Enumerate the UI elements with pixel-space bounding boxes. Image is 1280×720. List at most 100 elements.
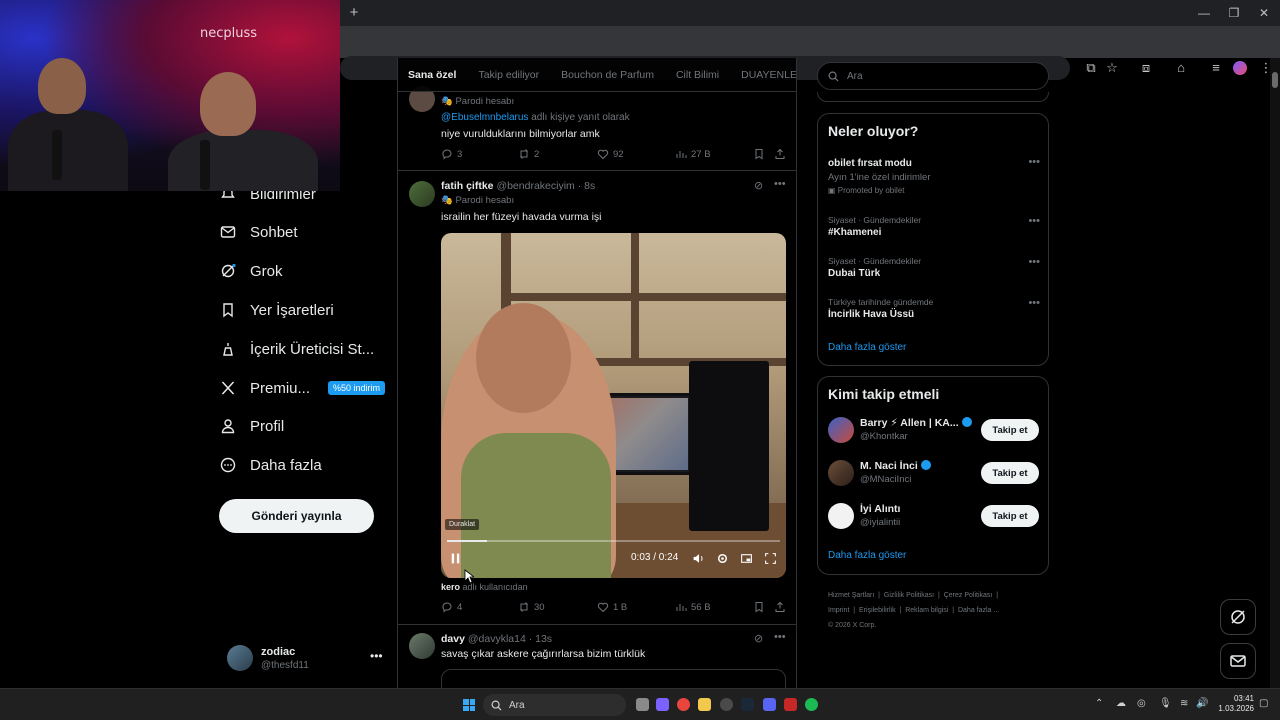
grok-fab-button[interactable] <box>1220 599 1256 635</box>
spotify-icon[interactable] <box>805 698 818 711</box>
tweet-author[interactable]: davy @davykla14 · 13s <box>441 633 552 645</box>
reply-mention-link[interactable]: @Ebuselmnbelarus <box>441 112 528 123</box>
restore-icon[interactable]: ❐ <box>1223 4 1245 22</box>
nav-chat[interactable]: Sohbet <box>220 214 298 250</box>
grok-icon[interactable]: ⊘ <box>754 179 763 192</box>
tweet-media[interactable] <box>441 669 786 688</box>
nav-creator-studio[interactable]: İçerik Üreticisi St... <box>220 331 374 367</box>
footer-link[interactable]: Imprint <box>828 607 849 614</box>
follow-suggestion[interactable]: İyi Alıntı @iyialintii Takip et <box>828 501 1040 533</box>
pause-button[interactable] <box>449 552 462 565</box>
more-icon[interactable]: ••• <box>774 178 786 190</box>
discord-icon[interactable] <box>763 698 776 711</box>
bookmark-star-icon[interactable]: ☆ <box>1103 59 1121 77</box>
app-icon[interactable] <box>784 698 797 711</box>
video-player[interactable]: Duraklat 0:03 / 0:24 <box>441 233 786 578</box>
tab-duayenler[interactable]: DUAYENLER <box>741 69 796 81</box>
follow-suggestion[interactable]: Barry ⚡ Allen | KA... @Khontkar Takip et <box>828 415 1040 447</box>
tab-following[interactable]: Takip ediliyor <box>478 69 539 81</box>
more-icon[interactable]: ••• <box>370 649 383 663</box>
follow-suggestion[interactable]: M. Naci İnci @MNaciInci Takip et <box>828 458 1040 490</box>
post-button[interactable]: Gönderi yayınla <box>219 499 374 533</box>
reply-button[interactable]: 4 <box>441 601 462 613</box>
trend-item[interactable]: Siyaset · Gündemdekiler #Khamenei ••• <box>828 215 1040 238</box>
bookmark-button[interactable] <box>753 148 765 160</box>
footer-link[interactable]: Erişilebilirlik <box>859 607 896 614</box>
wifi-icon[interactable]: ≋ <box>1180 698 1188 709</box>
browser-profile-avatar[interactable] <box>1233 61 1247 75</box>
repost-button[interactable]: 2 <box>518 148 539 160</box>
follow-button[interactable]: Takip et <box>981 419 1039 441</box>
tweet-author[interactable]: fatih çiftke @bendrakeciyim · 8s <box>441 180 595 192</box>
trend-item[interactable]: Siyaset · Gündemdekiler Dubai Türk ••• <box>828 256 1040 279</box>
taskbar-search[interactable]: Ara <box>483 694 626 716</box>
chrome-icon[interactable] <box>677 698 690 711</box>
trends-show-more-link[interactable]: Daha fazla göster <box>828 342 906 353</box>
avatar[interactable] <box>828 417 854 443</box>
incognito-icon[interactable]: ⌂ <box>1172 59 1190 77</box>
more-icon[interactable]: ••• <box>774 631 786 643</box>
nav-grok[interactable]: Grok <box>220 253 283 289</box>
more-icon[interactable]: ••• <box>1028 215 1040 227</box>
install-app-icon[interactable]: ⧉ <box>1082 59 1100 77</box>
footer-link[interactable]: Hizmet Şartları <box>828 592 874 599</box>
views-button[interactable]: 56 B <box>675 601 711 613</box>
tray-chevron-icon[interactable]: ⌃ <box>1095 698 1103 709</box>
tab-for-you[interactable]: Sana özel <box>408 69 456 81</box>
fullscreen-icon[interactable] <box>764 552 777 565</box>
file-explorer-icon[interactable] <box>698 698 711 711</box>
app-icon[interactable] <box>720 698 733 711</box>
trend-item[interactable]: obilet fırsat modu Ayın 1'ine özel indir… <box>828 156 1040 195</box>
follow-show-more-link[interactable]: Daha fazla göster <box>828 550 906 561</box>
nav-profile[interactable]: Profil <box>220 408 284 444</box>
share-button[interactable] <box>774 148 786 160</box>
notification-icon[interactable]: ▢ <box>1259 698 1268 709</box>
repost-button[interactable]: 30 <box>518 601 545 613</box>
footer-link[interactable]: Daha fazla ... <box>958 607 999 614</box>
speaker-icon[interactable]: 🔊 <box>1196 698 1208 709</box>
tray-app-icon[interactable]: ☁ <box>1116 698 1126 709</box>
nav-premium[interactable]: Premiu... %50 indirim <box>220 370 386 406</box>
picture-in-picture-icon[interactable] <box>740 552 753 565</box>
footer-link[interactable]: Gizlilik Politikası <box>884 592 934 599</box>
more-icon[interactable]: ••• <box>1028 297 1040 309</box>
tray-app-icon[interactable]: ◎ <box>1137 698 1146 709</box>
reply-button[interactable]: 3 <box>441 148 462 160</box>
avatar[interactable] <box>409 181 435 207</box>
close-icon[interactable]: ✕ <box>1253 4 1275 22</box>
volume-icon[interactable] <box>692 552 705 565</box>
like-button[interactable]: 1 B <box>597 601 627 613</box>
tab-bouchon-de-parfum[interactable]: Bouchon de Parfum <box>561 69 654 81</box>
account-switcher[interactable]: zodiac @thesfd11 ••• <box>227 645 387 673</box>
settings-gear-icon[interactable] <box>716 552 729 565</box>
steam-icon[interactable] <box>741 698 754 711</box>
follow-button[interactable]: Takip et <box>981 462 1039 484</box>
windows-start-icon[interactable] <box>463 699 475 711</box>
microphone-icon[interactable]: 🎙 <box>1159 698 1172 709</box>
avatar[interactable] <box>828 503 854 529</box>
trend-item[interactable]: Türkiye tarihinde gündemde İncirlik Hava… <box>828 297 1040 320</box>
messages-fab-button[interactable] <box>1220 643 1256 679</box>
task-view-icon[interactable] <box>636 698 649 711</box>
tweet[interactable]: fatih çiftke @bendrakeciyim · 8s ⊘ ••• 🎭… <box>398 171 796 625</box>
bookmark-button[interactable] <box>753 601 765 613</box>
views-button[interactable]: 27 B <box>675 148 711 160</box>
nav-bookmarks[interactable]: Yer İşaretleri <box>220 292 334 328</box>
more-icon[interactable]: ••• <box>1028 156 1040 168</box>
follow-button[interactable]: Takip et <box>981 505 1039 527</box>
footer-link[interactable]: Çerez Politikası <box>944 592 993 599</box>
avatar[interactable] <box>828 460 854 486</box>
more-icon[interactable]: ••• <box>1028 256 1040 268</box>
media-control-icon[interactable]: ≡ <box>1207 59 1225 77</box>
video-progress-bar[interactable] <box>447 540 780 542</box>
tab-cilt-bilimi[interactable]: Cilt Bilimi <box>676 69 719 81</box>
tweet[interactable]: davy @davykla14 · 13s ⊘ ••• savaş çıkar … <box>398 625 796 688</box>
scroll-thumb[interactable] <box>1272 72 1278 88</box>
new-tab-button[interactable]: + <box>346 5 362 21</box>
share-button[interactable] <box>774 601 786 613</box>
like-button[interactable]: 92 <box>597 148 624 160</box>
footer-link[interactable]: Reklam bilgisi <box>905 607 948 614</box>
page-scrollbar[interactable] <box>1270 58 1280 688</box>
taskbar-clock[interactable]: 03:41 1.03.2026 <box>1212 694 1254 714</box>
copilot-icon[interactable] <box>656 698 669 711</box>
